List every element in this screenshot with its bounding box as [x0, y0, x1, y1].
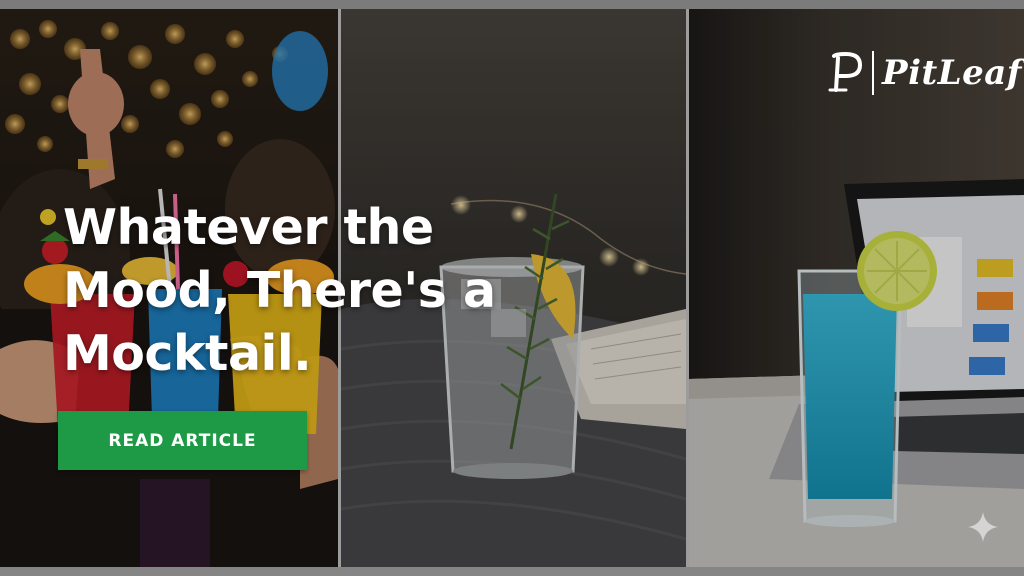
sparkle-icon	[968, 512, 998, 542]
bottom-border	[0, 567, 1024, 576]
logo-text: PitLeaf	[882, 53, 1022, 93]
logo-divider	[872, 51, 874, 95]
pitleaf-logo[interactable]: PitLeaf	[826, 50, 1022, 96]
pitleaf-logo-mark-icon	[828, 51, 863, 92]
top-border	[0, 0, 1024, 9]
hero-headline: Whatever the Mood, There's a Mocktail.	[63, 199, 496, 382]
read-article-button[interactable]: READ ARTICLE	[58, 411, 307, 470]
hero-banner: Whatever the Mood, There's a Mocktail. R…	[0, 0, 1024, 576]
